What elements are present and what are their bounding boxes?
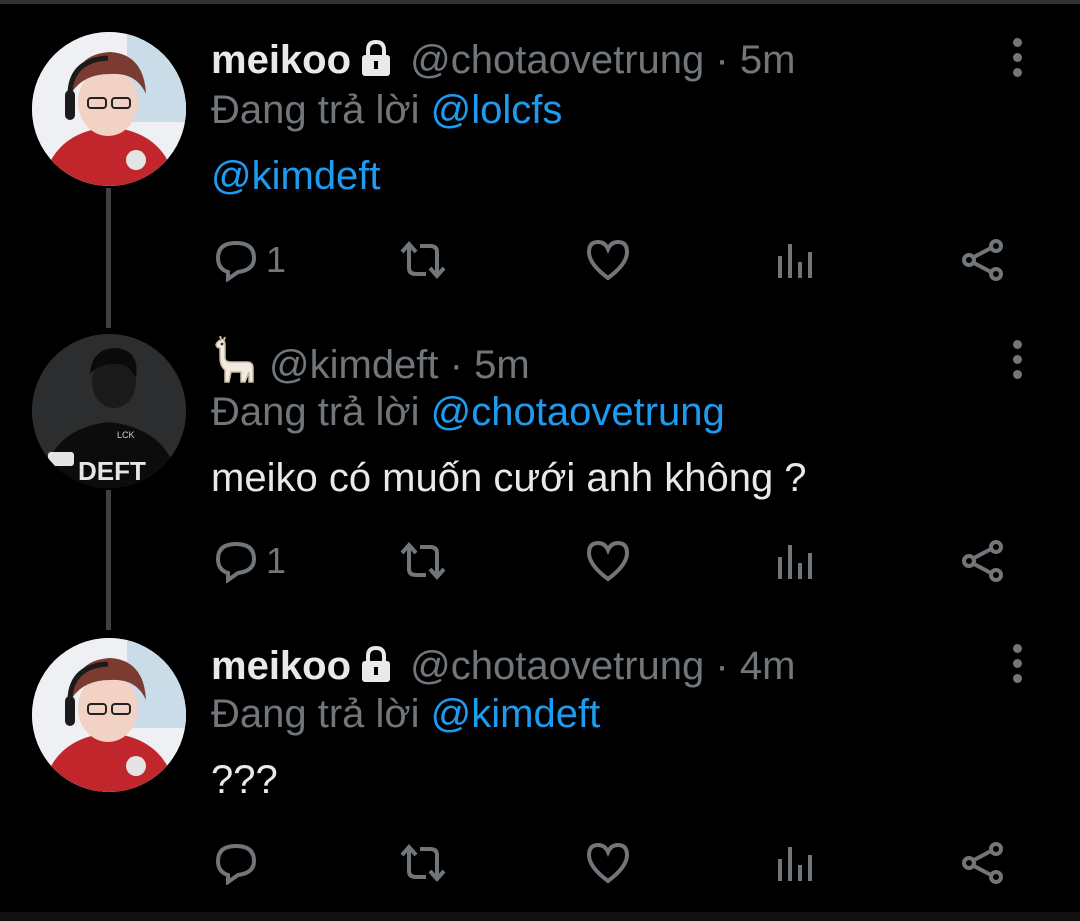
handle[interactable]: @chotaovetrung bbox=[410, 644, 704, 688]
tweet-body: ??? bbox=[211, 758, 278, 802]
bottom-divider bbox=[0, 912, 1080, 921]
reply-button[interactable] bbox=[214, 838, 266, 888]
separator-dot: · bbox=[715, 644, 729, 688]
meikoo-avatar-image bbox=[32, 638, 186, 792]
retweet-button[interactable] bbox=[398, 838, 448, 888]
tweet-header: meikoo @chotaovetrung · 4m bbox=[211, 642, 795, 694]
reply-prefix: Đang trả lời bbox=[211, 692, 420, 736]
reply-context: Đang trả lời @kimdeft bbox=[211, 690, 600, 738]
more-icon[interactable] bbox=[1004, 644, 1030, 689]
action-bar bbox=[0, 838, 1080, 888]
views-icon bbox=[778, 847, 812, 881]
timestamp[interactable]: 4m bbox=[740, 644, 796, 688]
share-icon bbox=[962, 842, 1003, 884]
like-button[interactable] bbox=[585, 838, 631, 888]
tweet[interactable]: meikoo @chotaovetrung · 4m Đang trả lời … bbox=[0, 0, 1080, 910]
display-name[interactable]: meikoo bbox=[211, 644, 351, 688]
views-button[interactable] bbox=[776, 838, 816, 888]
reply-icon bbox=[215, 843, 257, 885]
like-icon bbox=[586, 842, 630, 884]
share-button[interactable] bbox=[960, 838, 1006, 888]
avatar[interactable] bbox=[32, 638, 186, 792]
reply-to-link[interactable]: @kimdeft bbox=[431, 692, 601, 736]
retweet-icon bbox=[400, 843, 446, 883]
lock-icon bbox=[357, 645, 395, 694]
